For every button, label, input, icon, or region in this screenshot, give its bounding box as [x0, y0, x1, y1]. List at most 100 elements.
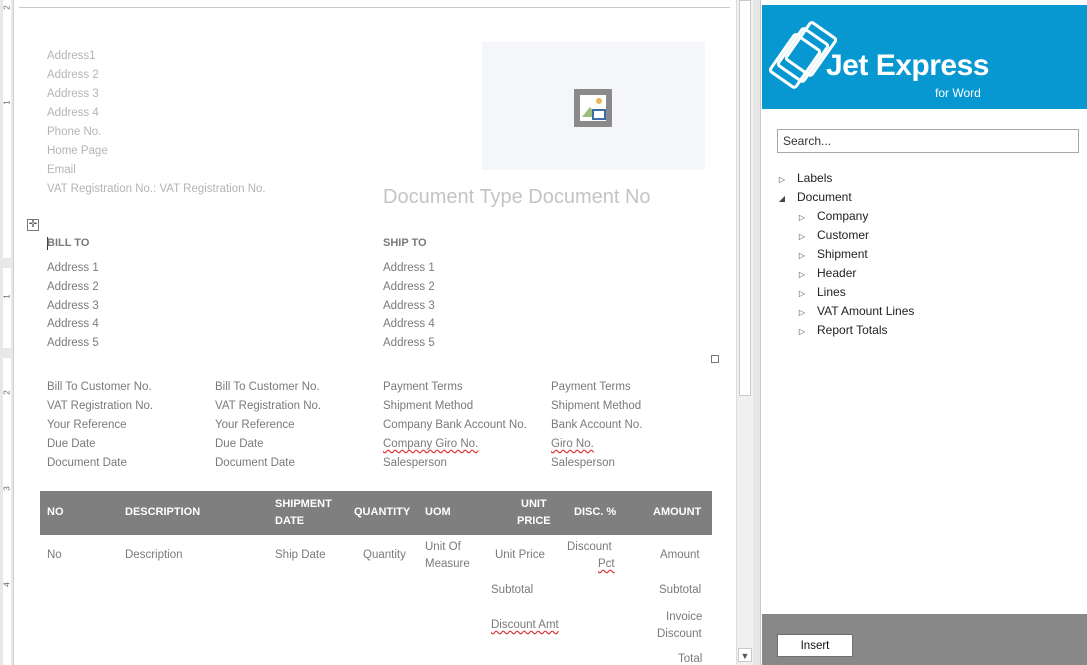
cell-ship-date: Ship Date [275, 549, 326, 561]
expand-triangle-icon[interactable]: ▷ [797, 308, 807, 317]
tree-item-shipment[interactable]: ▷ Shipment [797, 247, 868, 261]
ship-to-heading: SHIP TO [383, 237, 427, 249]
expand-triangle-icon[interactable]: ▷ [797, 251, 807, 260]
ruler-number: 1 [2, 294, 12, 299]
info-value: Salesperson [551, 457, 615, 469]
homepage-line: Home Page [47, 145, 108, 157]
tree-item-document[interactable]: ◢ Document [777, 190, 852, 204]
document-page[interactable]: Address1 Address 2 Address 3 Address 4 P… [14, 0, 736, 665]
invoice-discount-label: Discount [657, 628, 702, 640]
ruler-number: 2 [2, 5, 12, 10]
col-header-quantity: QUANTITY [354, 506, 411, 518]
expand-triangle-icon[interactable]: ▷ [797, 289, 807, 298]
brand-subtitle: for Word [935, 86, 981, 100]
picture-icon [574, 89, 612, 127]
bill-to-heading: BILL TO [47, 237, 90, 249]
tree-item-label: VAT Amount Lines [817, 304, 915, 318]
discount-amount-label: Discount Amt [491, 619, 559, 631]
ruler-number: 1 [2, 100, 12, 105]
vertical-scrollbar[interactable]: ▼ [736, 0, 753, 665]
info-label: Payment Terms [383, 381, 463, 393]
email-line: Email [47, 164, 76, 176]
tree-item-company[interactable]: ▷ Company [797, 209, 868, 223]
bill-to-line: Address 2 [47, 281, 99, 293]
tree-item-label: Labels [797, 171, 833, 185]
info-label: Document Date [47, 457, 127, 469]
ship-to-line: Address 4 [383, 318, 435, 330]
pane-footer: Insert [762, 614, 1087, 665]
info-value: Giro No. [551, 438, 594, 450]
tree-item-label: Shipment [817, 247, 868, 261]
cell-discount: Discount [567, 541, 612, 553]
info-label: VAT Registration No. [47, 400, 154, 412]
invoice-discount-label: Invoice [666, 611, 703, 623]
logo-placeholder[interactable] [482, 42, 705, 170]
info-label: Shipment Method [383, 400, 474, 412]
tree-item-label: Customer [817, 228, 870, 242]
bill-to-line: Address 3 [47, 300, 99, 312]
bill-to-line: Address 1 [47, 262, 99, 274]
address-line: Address 2 [47, 69, 99, 81]
bill-to-line: Address 5 [47, 337, 99, 349]
ruler-margin [3, 268, 11, 348]
expand-triangle-icon[interactable]: ▷ [797, 232, 807, 241]
table-move-handle-icon[interactable]: ✛ [27, 219, 39, 231]
tree-item-label: Document [797, 190, 852, 204]
info-value: Bank Account No. [551, 419, 643, 431]
table-resize-handle[interactable] [711, 355, 719, 363]
tree-item-vat-amount-lines[interactable]: ▷ VAT Amount Lines [797, 304, 914, 318]
cell-quantity: Quantity [363, 549, 406, 561]
expand-triangle-icon[interactable]: ▷ [777, 175, 787, 184]
brand-name: Jet Express [826, 49, 989, 82]
info-value: Due Date [215, 438, 264, 450]
insert-button[interactable]: Insert [777, 634, 853, 657]
tree-item-label: Report Totals [817, 323, 888, 337]
scroll-down-icon[interactable]: ▼ [738, 648, 752, 662]
info-label: Due Date [47, 438, 96, 450]
subtotal-label: Subtotal [491, 584, 534, 596]
tree-item-report-totals[interactable]: ▷ Report Totals [797, 323, 888, 337]
jet-express-pane: Jet Express for Word ▷ Labels ◢ Document ▷… [760, 0, 1087, 665]
lines-table-header: NO DESCRIPTION SHIPMENT DATE QUANTITY UO… [40, 491, 712, 535]
info-value: VAT Registration No. [215, 400, 322, 412]
pane-splitter[interactable] [753, 0, 760, 665]
expand-triangle-icon[interactable]: ▷ [797, 270, 807, 279]
address-line: Address1 [47, 50, 96, 62]
cell-uom: Unit Of [425, 541, 461, 553]
tree-item-label: Company [817, 209, 869, 223]
phone-line: Phone No. [47, 126, 102, 138]
col-header-unit-price: UNIT [521, 498, 547, 510]
info-value: Bill To Customer No. [215, 381, 320, 393]
bill-to-line: Address 4 [47, 318, 99, 330]
tree-item-labels[interactable]: ▷ Labels [777, 171, 832, 185]
expand-triangle-icon[interactable]: ▷ [797, 327, 807, 336]
ruler-margin [3, 0, 11, 258]
tree-item-customer[interactable]: ▷ Customer [797, 228, 869, 242]
col-header-description: DESCRIPTION [125, 506, 201, 518]
vertical-ruler[interactable]: 2 1 1 2 3 4 [0, 0, 14, 665]
field-search-input[interactable] [777, 129, 1079, 153]
total-label: Total [678, 653, 703, 665]
ruler-margin [3, 358, 11, 665]
ship-to-line: Address 3 [383, 300, 435, 312]
expand-triangle-icon[interactable]: ▷ [797, 213, 807, 222]
col-header-shipment: SHIPMENT [275, 498, 332, 510]
tree-item-label: Lines [817, 285, 846, 299]
col-header-uom: UOM [425, 506, 451, 518]
vat-line: VAT Registration No.: VAT Registration N… [47, 183, 266, 195]
info-label: Salesperson [383, 457, 447, 469]
info-label: Bill To Customer No. [47, 381, 152, 393]
ship-to-line: Address 1 [383, 262, 435, 274]
ship-to-line: Address 5 [383, 337, 435, 349]
tree-item-lines[interactable]: ▷ Lines [797, 285, 846, 299]
collapse-triangle-icon[interactable]: ◢ [777, 194, 787, 203]
scrollbar-thumb[interactable] [739, 0, 751, 396]
info-label: Company Bank Account No. [383, 419, 527, 431]
info-value: Payment Terms [551, 381, 631, 393]
col-header-disc: DISC. % [574, 506, 617, 518]
cell-amount: Amount [660, 549, 700, 561]
cell-discount: Pct [598, 558, 615, 570]
info-label: Your Reference [47, 419, 127, 431]
tree-item-header[interactable]: ▷ Header [797, 266, 856, 280]
jet-express-banner: Jet Express for Word [762, 5, 1087, 109]
